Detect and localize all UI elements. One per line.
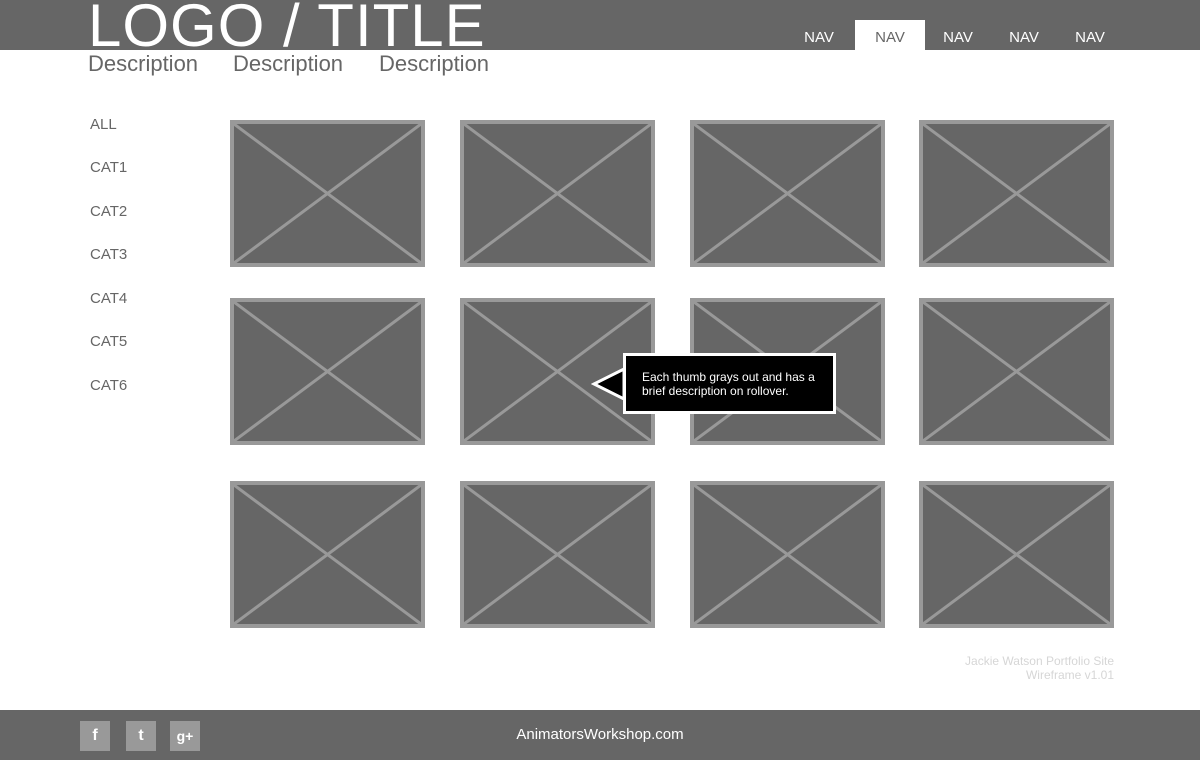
category-cat3[interactable]: CAT3 xyxy=(90,246,127,264)
category-cat4[interactable]: CAT4 xyxy=(90,290,127,308)
footer-bar: f t g+ AnimatorsWorkshop.com xyxy=(0,710,1200,760)
description-3: Description xyxy=(379,51,490,76)
thumbnail-placeholder[interactable] xyxy=(460,120,655,267)
image-placeholder-icon xyxy=(234,124,421,263)
image-placeholder-icon xyxy=(464,485,651,624)
thumbnail-placeholder[interactable] xyxy=(230,298,425,445)
credit-version: Wireframe v1.01 xyxy=(1025,668,1114,682)
thumbnail-placeholder[interactable] xyxy=(919,120,1114,267)
nav-item-2-active[interactable]: NAV xyxy=(855,20,925,50)
image-placeholder-icon xyxy=(923,302,1110,441)
thumbnail-placeholder[interactable] xyxy=(460,481,655,628)
rollover-tooltip: Each thumb grays out and has a brief des… xyxy=(623,353,836,414)
credit-title: Jackie Watson Portfolio Site xyxy=(965,654,1114,668)
image-placeholder-icon xyxy=(234,302,421,441)
category-cat1[interactable]: CAT1 xyxy=(90,159,127,177)
description-2: Description xyxy=(233,51,344,76)
nav-item-3[interactable]: NAV xyxy=(923,20,993,50)
nav-item-5[interactable]: NAV xyxy=(1055,20,1125,50)
nav-item-4[interactable]: NAV xyxy=(989,20,1059,50)
image-placeholder-icon xyxy=(923,485,1110,624)
description-1: Description xyxy=(88,51,199,76)
category-cat5[interactable]: CAT5 xyxy=(90,333,127,351)
tooltip-arrow-icon xyxy=(591,368,625,400)
thumbnail-placeholder[interactable] xyxy=(230,120,425,267)
site-link[interactable]: AnimatorsWorkshop.com xyxy=(0,725,1200,745)
image-placeholder-icon xyxy=(234,485,421,624)
logo-title[interactable]: LOGO / TITLE xyxy=(88,0,486,56)
image-placeholder-icon xyxy=(694,485,881,624)
thumbnail-placeholder[interactable] xyxy=(230,481,425,628)
page: LOGO / TITLE Description Description Des… xyxy=(0,0,1200,760)
thumbnail-placeholder[interactable] xyxy=(690,120,885,267)
category-cat6[interactable]: CAT6 xyxy=(90,377,127,395)
category-cat2[interactable]: CAT2 xyxy=(90,203,127,221)
thumbnail-placeholder[interactable] xyxy=(919,298,1114,445)
image-placeholder-icon xyxy=(923,124,1110,263)
nav-item-1[interactable]: NAV xyxy=(784,20,854,50)
thumbnail-placeholder[interactable] xyxy=(919,481,1114,628)
wireframe-credit: Jackie Watson Portfolio Site Wireframe v… xyxy=(965,654,1114,682)
category-all[interactable]: ALL xyxy=(90,116,117,134)
image-placeholder-icon xyxy=(694,124,881,263)
thumbnail-placeholder[interactable] xyxy=(690,481,885,628)
image-placeholder-icon xyxy=(464,124,651,263)
